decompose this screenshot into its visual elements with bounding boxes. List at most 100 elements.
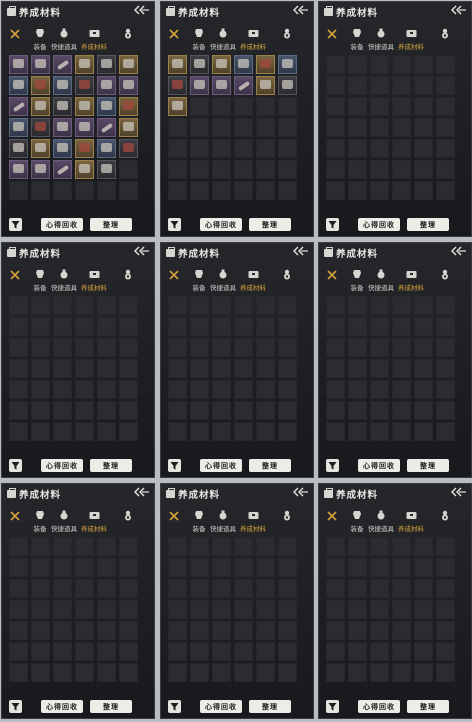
empty-slot[interactable] [436,76,455,95]
empty-slot[interactable] [168,380,187,399]
empty-slot[interactable] [326,338,345,357]
empty-slot[interactable] [190,139,209,158]
empty-slot[interactable] [256,296,275,315]
empty-slot[interactable] [75,296,94,315]
filter-button[interactable] [9,218,22,231]
empty-slot[interactable] [436,537,455,556]
empty-slot[interactable] [53,380,72,399]
empty-slot[interactable] [348,139,367,158]
empty-slot[interactable] [75,642,94,661]
empty-slot[interactable] [326,663,345,682]
empty-slot[interactable] [348,160,367,179]
empty-slot[interactable] [278,401,297,420]
empty-slot[interactable] [190,97,209,116]
empty-slot[interactable] [9,401,28,420]
empty-slot[interactable] [256,422,275,441]
empty-slot[interactable] [392,160,411,179]
empty-slot[interactable] [119,537,138,556]
back-arrow-icon[interactable] [133,487,149,497]
empty-slot[interactable] [278,621,297,640]
inventory-item-slot[interactable] [53,160,72,179]
empty-slot[interactable] [256,139,275,158]
empty-slot[interactable] [75,380,94,399]
empty-slot[interactable] [212,160,231,179]
sort-button[interactable]: 整理 [249,218,291,231]
empty-slot[interactable] [168,296,187,315]
sort-button[interactable]: 整理 [249,700,291,713]
empty-slot[interactable] [436,97,455,116]
empty-slot[interactable] [53,338,72,357]
inventory-item-slot[interactable] [234,55,253,74]
empty-slot[interactable] [234,579,253,598]
inventory-item-slot[interactable] [75,97,94,116]
empty-slot[interactable] [370,55,389,74]
empty-slot[interactable] [256,621,275,640]
inventory-item-slot[interactable] [212,55,231,74]
tab-quick-items[interactable]: 快捷道具 [49,27,79,51]
empty-slot[interactable] [278,579,297,598]
empty-slot[interactable] [234,380,253,399]
empty-slot[interactable] [392,139,411,158]
empty-slot[interactable] [31,296,50,315]
empty-slot[interactable] [348,181,367,200]
sort-button[interactable]: 整理 [90,459,132,472]
empty-slot[interactable] [256,558,275,577]
inventory-item-slot[interactable] [31,118,50,137]
empty-slot[interactable] [31,359,50,378]
empty-slot[interactable] [414,118,433,137]
empty-slot[interactable] [278,160,297,179]
empty-slot[interactable] [370,181,389,200]
empty-slot[interactable] [256,359,275,378]
empty-slot[interactable] [234,621,253,640]
empty-slot[interactable] [212,359,231,378]
inventory-item-slot[interactable] [256,55,275,74]
empty-slot[interactable] [256,317,275,336]
empty-slot[interactable] [53,401,72,420]
empty-slot[interactable] [190,118,209,137]
empty-slot[interactable] [392,296,411,315]
empty-slot[interactable] [168,579,187,598]
empty-slot[interactable] [370,558,389,577]
empty-slot[interactable] [392,621,411,640]
inventory-item-slot[interactable] [53,139,72,158]
empty-slot[interactable] [392,642,411,661]
empty-slot[interactable] [119,338,138,357]
empty-slot[interactable] [436,359,455,378]
empty-slot[interactable] [53,359,72,378]
sort-button[interactable]: 整理 [90,700,132,713]
empty-slot[interactable] [168,317,187,336]
empty-slot[interactable] [392,97,411,116]
empty-slot[interactable] [414,160,433,179]
back-arrow-icon[interactable] [133,5,149,15]
empty-slot[interactable] [348,537,367,556]
empty-slot[interactable] [212,181,231,200]
empty-slot[interactable] [256,537,275,556]
empty-slot[interactable] [414,600,433,619]
empty-slot[interactable] [326,296,345,315]
empty-slot[interactable] [326,317,345,336]
empty-slot[interactable] [370,642,389,661]
empty-slot[interactable] [53,317,72,336]
empty-slot[interactable] [348,642,367,661]
empty-slot[interactable] [278,338,297,357]
filter-button[interactable] [326,459,339,472]
empty-slot[interactable] [348,118,367,137]
empty-slot[interactable] [212,296,231,315]
empty-slot[interactable] [97,642,116,661]
empty-slot[interactable] [326,139,345,158]
tab-extra[interactable] [272,27,302,39]
empty-slot[interactable] [190,401,209,420]
tab-quick-items[interactable]: 快捷道具 [49,268,79,292]
empty-slot[interactable] [326,181,345,200]
empty-slot[interactable] [348,338,367,357]
inventory-item-slot[interactable] [9,139,28,158]
empty-slot[interactable] [234,663,253,682]
empty-slot[interactable] [9,359,28,378]
tab-quick-items[interactable]: 快捷道具 [208,268,238,292]
empty-slot[interactable] [168,401,187,420]
empty-slot[interactable] [370,401,389,420]
empty-slot[interactable] [414,296,433,315]
empty-slot[interactable] [326,579,345,598]
empty-slot[interactable] [97,380,116,399]
inventory-item-slot[interactable] [190,76,209,95]
